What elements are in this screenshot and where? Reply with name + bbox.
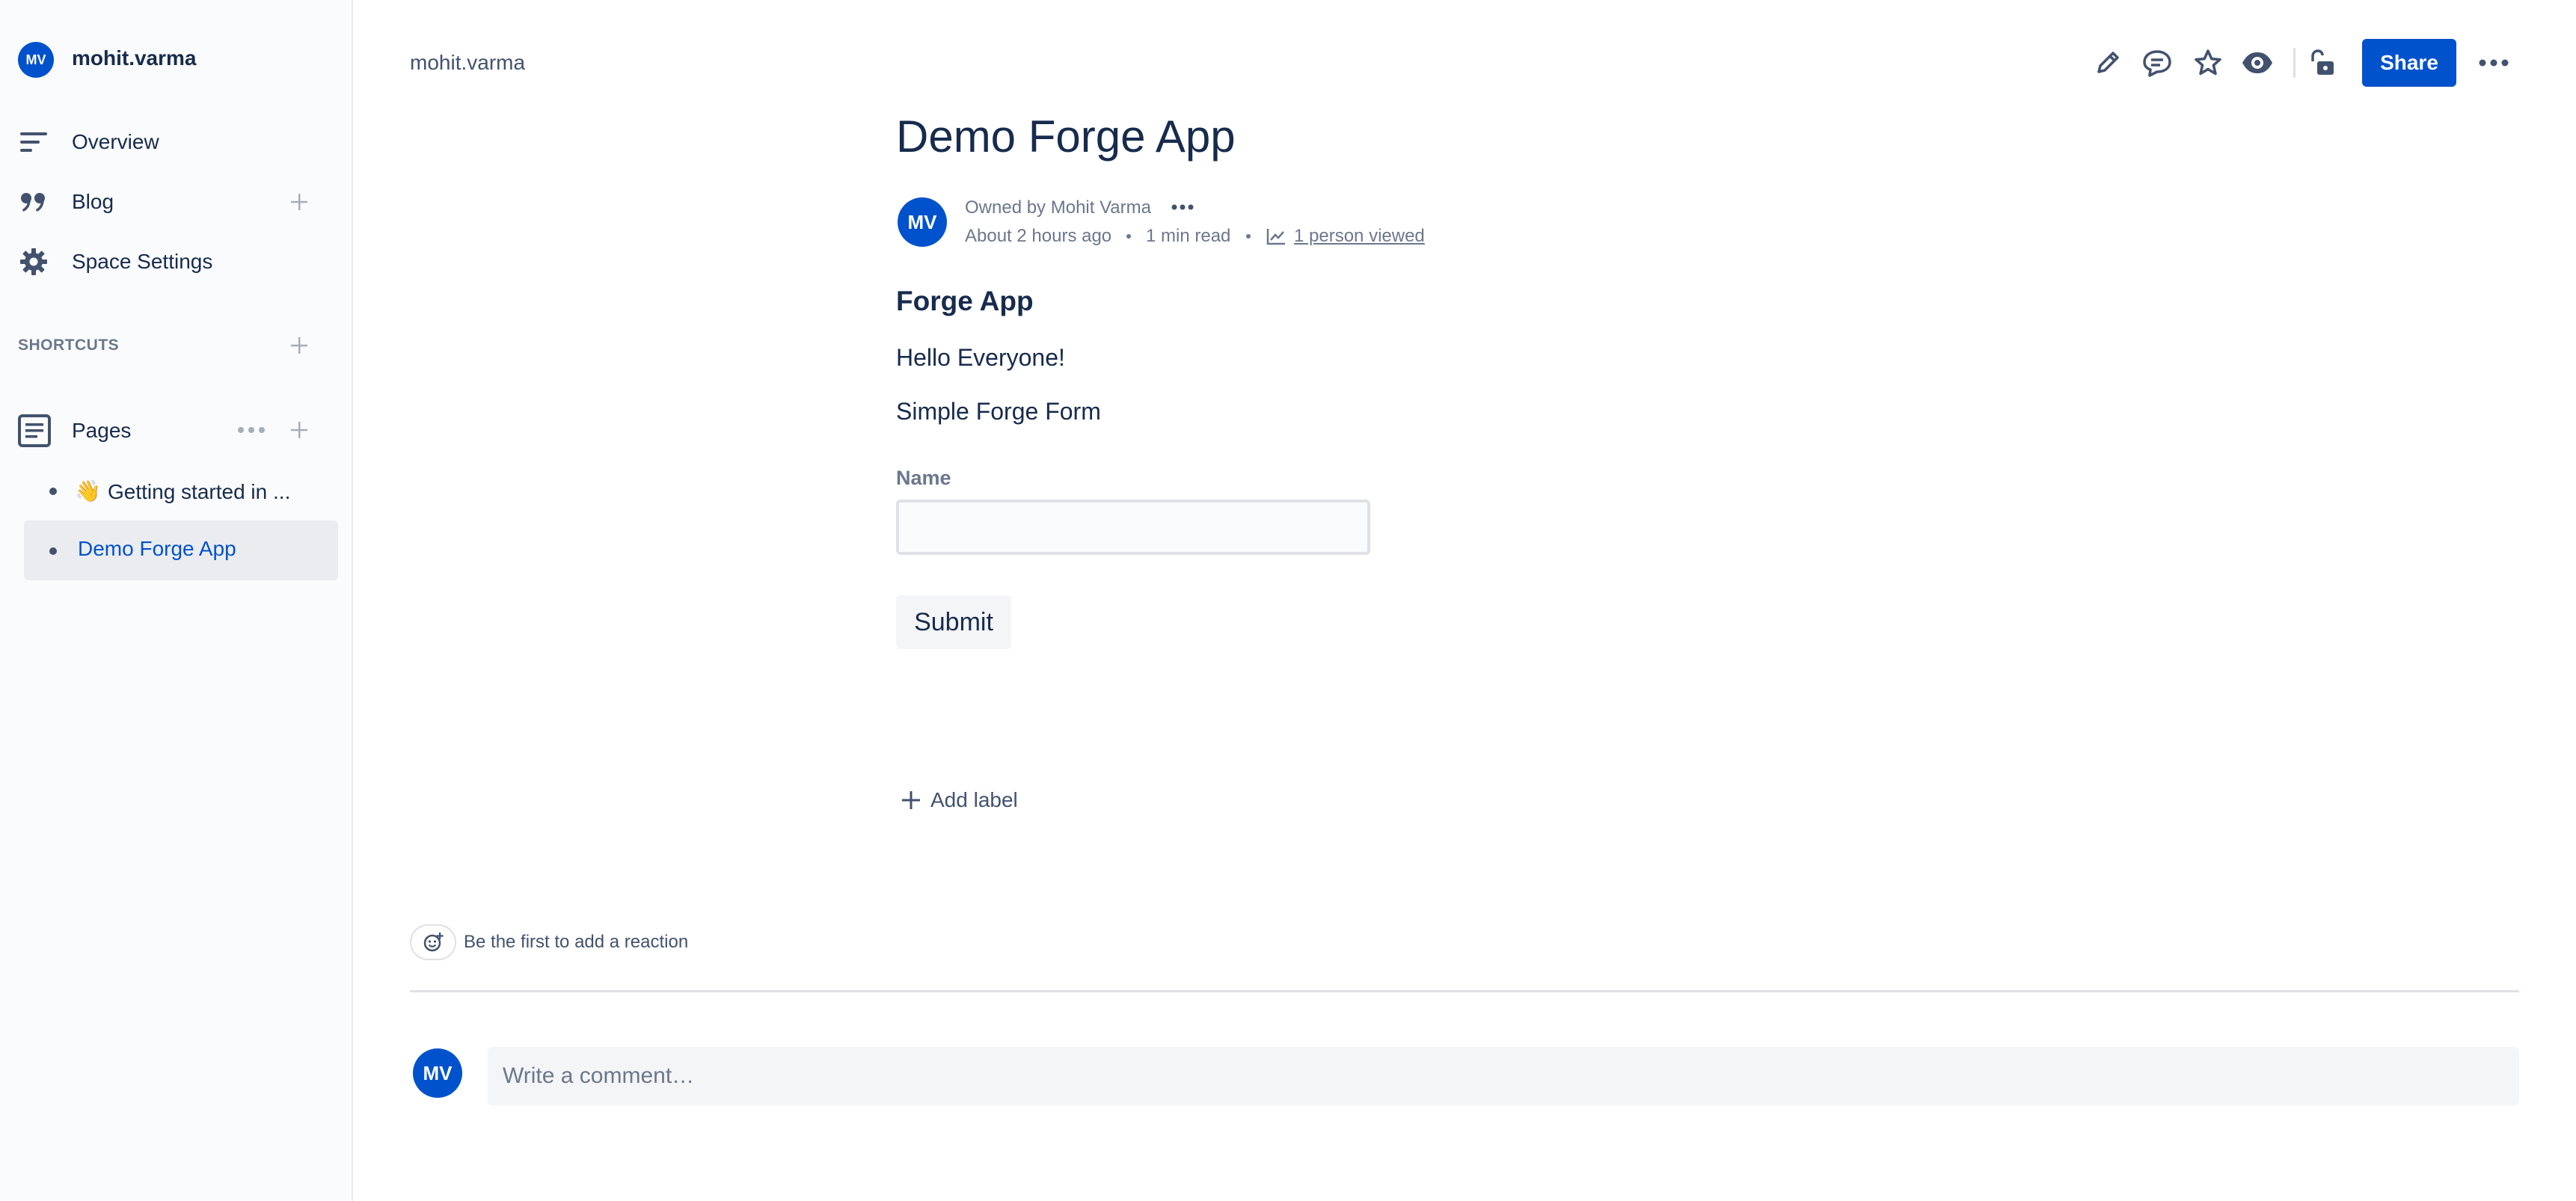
- sidebar-item-label: Overview: [72, 130, 159, 153]
- sidebar-item-label: Space Settings: [72, 250, 213, 273]
- quote-icon: [18, 187, 49, 217]
- separator-dot: [1126, 234, 1131, 239]
- page-tree-item-selected[interactable]: Demo Forge App: [24, 520, 338, 580]
- plus-icon: [901, 790, 921, 811]
- emoji-add-icon: [423, 932, 444, 953]
- breadcrumb[interactable]: mohit.varma: [410, 51, 525, 75]
- page-tree-item[interactable]: 👋 Getting started in ...: [0, 471, 352, 512]
- sidebar-item-label: Pages: [72, 419, 132, 442]
- comment-placeholder: Write a comment…: [503, 1063, 695, 1088]
- page-title: Demo Forge App: [896, 111, 1236, 162]
- shortcuts-heading: SHORTCUTS: [18, 337, 120, 354]
- form-title: Simple Forge Form: [896, 398, 1101, 425]
- gear-icon: [18, 247, 49, 277]
- comment-input[interactable]: Write a comment…: [488, 1047, 2519, 1105]
- pages-icon: [16, 413, 52, 449]
- analytics-chart-icon: [1266, 226, 1287, 247]
- page-tree-label: Demo Forge App: [78, 537, 236, 560]
- add-label-button[interactable]: Add label: [901, 785, 1018, 815]
- more-actions-icon[interactable]: [2476, 45, 2512, 81]
- space-avatar: MV: [18, 42, 54, 78]
- create-page-button[interactable]: [284, 415, 314, 445]
- comment-icon[interactable]: [2139, 45, 2175, 81]
- pages-more-button[interactable]: [236, 415, 266, 445]
- sidebar-item-label: Blog: [72, 190, 114, 213]
- share-button[interactable]: Share: [2362, 39, 2456, 87]
- name-field[interactable]: [896, 500, 1370, 555]
- sidebar-item-overview[interactable]: Overview: [0, 123, 352, 162]
- bullet-icon: [49, 488, 57, 495]
- add-label-text: Add label: [930, 788, 1018, 811]
- owner-byline[interactable]: Owned by Mohit Varma: [965, 197, 1151, 218]
- separator-dot: [1246, 234, 1251, 239]
- watch-eye-icon[interactable]: [2239, 45, 2275, 81]
- read-time: 1 min read: [1146, 226, 1231, 246]
- commenter-avatar: MV: [413, 1048, 462, 1098]
- reaction-prompt: Be the first to add a reaction: [464, 932, 689, 952]
- page-timestamp: About 2 hours ago: [965, 226, 1112, 246]
- byline-more-icon[interactable]: [1171, 203, 1194, 211]
- owner-avatar[interactable]: MV: [898, 197, 947, 247]
- bullet-icon: [49, 547, 57, 555]
- comments-divider: [410, 990, 2519, 992]
- add-shortcut-button[interactable]: [284, 331, 314, 360]
- page-views-link[interactable]: 1 person viewed: [1294, 226, 1425, 247]
- greeting-text: Hello Everyone!: [896, 344, 1065, 371]
- name-field-label: Name: [896, 467, 951, 489]
- sidebar-item-space-settings[interactable]: Space Settings: [0, 242, 352, 281]
- restrictions-lock-icon[interactable]: [2305, 45, 2341, 81]
- star-icon[interactable]: [2190, 45, 2226, 81]
- toolbar-divider: [2293, 48, 2296, 78]
- create-blog-button[interactable]: [284, 187, 314, 217]
- space-name: mohit.varma: [72, 46, 197, 70]
- sidebar-item-pages[interactable]: Pages: [0, 410, 352, 450]
- page-tree-label: Getting started in ...: [108, 480, 291, 503]
- content-heading: Forge App: [896, 286, 1034, 316]
- sidebar: MV mohit.varma Overview Blog Space Setti…: [0, 0, 353, 1201]
- overview-lines-icon: [18, 127, 49, 157]
- sidebar-item-blog[interactable]: Blog: [0, 182, 352, 221]
- submit-button[interactable]: Submit: [896, 595, 1011, 649]
- edit-pencil-icon[interactable]: [2090, 45, 2126, 81]
- page-tree-emoji: 👋: [75, 479, 101, 503]
- add-reaction-button[interactable]: [410, 924, 456, 960]
- space-header[interactable]: MV mohit.varma: [0, 40, 352, 79]
